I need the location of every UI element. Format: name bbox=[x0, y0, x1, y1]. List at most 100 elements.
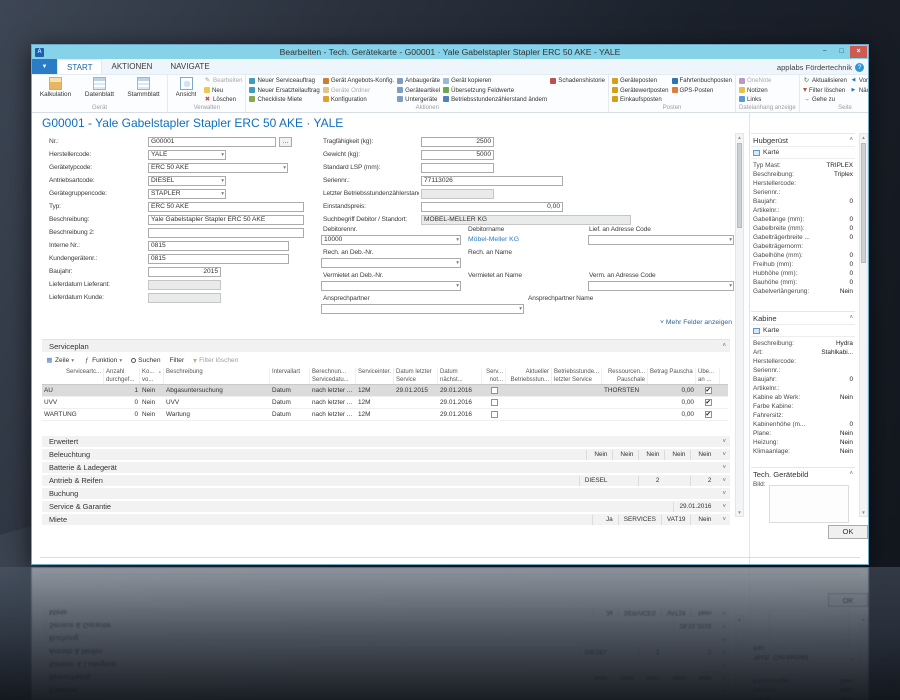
field-einstandspreis[interactable]: 0,00 bbox=[421, 202, 563, 212]
uebersetzung-feldwerte-button[interactable]: Übersetzung Feldwerte bbox=[443, 85, 547, 94]
fasttab-erweitert[interactable]: Erweitert ˅ bbox=[42, 435, 730, 447]
field-typ[interactable]: ERC 50 AKE bbox=[148, 202, 304, 212]
column-header[interactable]: Betrag Pauschale bbox=[648, 368, 696, 384]
zeile-menu-button[interactable]: ▦ Zeile ▾ bbox=[46, 357, 74, 364]
field-interne-nr[interactable]: 0815 bbox=[148, 241, 289, 251]
serviceplan-row[interactable]: WARTUNG 0 Nein Wartung Datum nach letzter .… bbox=[42, 409, 728, 421]
karte-link[interactable]: Karte bbox=[751, 324, 855, 337]
anbaugeraete-button[interactable]: Anbaugeräte bbox=[397, 76, 440, 85]
dropdown-arrow-icon[interactable]: ▾ bbox=[283, 164, 286, 172]
field-antriebsartcode[interactable]: DIESEL ▾ bbox=[148, 176, 226, 186]
scroll-down-icon[interactable]: ▼ bbox=[860, 510, 867, 515]
tab-start[interactable]: START bbox=[57, 59, 103, 74]
dropdown-arrow-icon[interactable]: ▾ bbox=[729, 236, 732, 244]
scrollbar-thumb[interactable] bbox=[737, 143, 742, 228]
gehe-zu-button[interactable]: → Gehe zu bbox=[803, 95, 847, 104]
field-tragfaehigkeit[interactable]: 2500 bbox=[421, 137, 494, 147]
column-header[interactable]: Ko... vo... bbox=[140, 368, 164, 384]
fasttab-batterie[interactable]: Batterie & Ladegerät ˅ bbox=[42, 461, 730, 473]
field-geraetetypcode[interactable]: ERC 50 AKE ▾ bbox=[148, 163, 288, 173]
device-picture-placeholder[interactable] bbox=[769, 485, 849, 523]
chevron-up-icon[interactable]: ˄ bbox=[849, 315, 853, 321]
dropdown-arrow-icon[interactable]: ▾ bbox=[456, 259, 459, 267]
tab-aktionen[interactable]: AKTIONEN bbox=[102, 59, 161, 74]
transfer-checkbox[interactable] bbox=[704, 411, 712, 418]
dropdown-arrow-icon[interactable]: ▾ bbox=[221, 151, 224, 159]
column-header[interactable]: Berechnun... Servicedatu... bbox=[310, 368, 356, 384]
field-baujahr[interactable]: 2015 bbox=[148, 267, 221, 277]
dropdown-arrow-icon[interactable]: ▾ bbox=[221, 190, 224, 198]
transfer-checkbox[interactable] bbox=[704, 387, 712, 394]
column-header[interactable]: Aktueller Betriebsstun... bbox=[506, 368, 552, 384]
neuer-ersatzteilauftrag-button[interactable]: Neuer Ersatzteilauftrag bbox=[249, 85, 320, 94]
filter-button[interactable]: Filter bbox=[170, 357, 185, 364]
column-header[interactable]: Beschreibung bbox=[164, 368, 270, 384]
aktualisieren-button[interactable]: ↻ Aktualisieren bbox=[803, 76, 847, 85]
field-kundengeraetenr[interactable]: 0815 bbox=[148, 254, 289, 264]
factbox-header[interactable]: Hubgerüst ˄ bbox=[751, 133, 855, 146]
dropdown-arrow-icon[interactable]: ▾ bbox=[519, 305, 522, 313]
neu-button[interactable]: Neu bbox=[204, 85, 242, 94]
column-header[interactable]: Serv... not... bbox=[482, 368, 506, 384]
loeschen-button[interactable]: ✖ Löschen bbox=[204, 95, 242, 104]
ok-button[interactable]: OK bbox=[828, 525, 868, 539]
dropdown-arrow-icon[interactable]: ▾ bbox=[456, 236, 459, 244]
service-not-checkbox[interactable] bbox=[490, 399, 498, 406]
geraetewertposten-button[interactable]: Gerätewertposten bbox=[612, 85, 669, 94]
geraeteartikel-button[interactable]: Geräteartikel bbox=[397, 85, 440, 94]
serviceplan-grid-header[interactable]: Serviceartc... Anzahl durchgef... Ko... vo..… bbox=[42, 368, 728, 385]
betriebsstundenzaehler-button[interactable]: Betriebsstundenzählerstand ändern bbox=[443, 95, 547, 104]
field-beschreibung[interactable]: Yale Gabelstapler Stapler ERC 50 AKE bbox=[148, 215, 304, 225]
stammblatt-button[interactable]: Stammblatt bbox=[123, 76, 164, 98]
dropdown-arrow-icon[interactable]: ▾ bbox=[456, 282, 459, 290]
field-nr[interactable]: G00001 bbox=[148, 137, 276, 147]
links-button[interactable]: Links bbox=[739, 95, 771, 104]
suchen-button[interactable]: Suchen bbox=[131, 357, 161, 364]
chevron-up-icon[interactable]: ˄ bbox=[722, 340, 726, 353]
einkaufsposten-button[interactable]: Einkaufsposten bbox=[612, 95, 668, 104]
fahrtenbuchposten-button[interactable]: Fahrtenbuchposten bbox=[671, 76, 732, 85]
fasttab-beleuchtung[interactable]: Beleuchtung Nein Nein Nein Nein Nein ˅ bbox=[42, 448, 730, 460]
close-button[interactable]: × bbox=[850, 46, 867, 58]
karte-link[interactable]: Karte bbox=[751, 146, 855, 159]
service-not-checkbox[interactable] bbox=[490, 411, 498, 418]
field-herstellercode[interactable]: YALE ▾ bbox=[148, 150, 226, 160]
factbox-scrollbar[interactable]: ▲ ▼ bbox=[859, 133, 868, 517]
datenblatt-button[interactable]: Datenblatt bbox=[79, 76, 120, 98]
ansicht-button[interactable]: Ansicht bbox=[171, 76, 201, 98]
chevron-up-icon[interactable]: ˄ bbox=[849, 471, 853, 477]
field-verm-an-adresse[interactable]: ▾ bbox=[588, 281, 734, 291]
field-standard-lsp[interactable] bbox=[421, 163, 494, 173]
column-header[interactable]: Betriebsstunde... letzter Service bbox=[552, 368, 602, 384]
checkliste-miete-button[interactable]: Checkliste Miete bbox=[249, 95, 319, 104]
column-header[interactable]: Anzahl durchgef... bbox=[104, 368, 140, 384]
column-header[interactable]: Intervallart bbox=[270, 368, 310, 384]
column-header[interactable]: Datum letzter Service bbox=[394, 368, 438, 384]
fasttab-buchung[interactable]: Buchung ˅ bbox=[42, 487, 730, 499]
assist-button[interactable]: … bbox=[279, 137, 292, 147]
neuer-serviceauftrag-button[interactable]: Neuer Serviceauftrag bbox=[249, 76, 319, 85]
debitorname-link[interactable]: Möbel-Meller KG bbox=[468, 236, 519, 243]
factbox-header[interactable]: Kabine ˄ bbox=[751, 311, 855, 324]
naechster-button[interactable]: ▶ Nächster bbox=[850, 85, 868, 94]
title-bar[interactable]: A Bearbeiten - Tech. Gerätekarte - G0000… bbox=[32, 45, 868, 59]
field-geraetegruppencode[interactable]: STAPLER ▾ bbox=[148, 189, 226, 199]
maximize-button[interactable]: □ bbox=[833, 46, 850, 58]
field-debitorennr[interactable]: 10000 ▾ bbox=[321, 235, 461, 245]
column-header[interactable]: Serviceartc... bbox=[42, 368, 104, 384]
chevron-up-icon[interactable]: ˄ bbox=[849, 137, 853, 143]
field-lief-an-adresse[interactable]: ▾ bbox=[588, 235, 734, 245]
column-header[interactable]: Ressourcen... Pauschale bbox=[602, 368, 648, 384]
geraet-kopieren-button[interactable]: Gerät kopieren bbox=[443, 76, 547, 85]
application-menu-button[interactable]: ▼ bbox=[32, 59, 57, 74]
dropdown-arrow-icon[interactable]: ▾ bbox=[729, 282, 732, 290]
service-not-checkbox[interactable] bbox=[490, 387, 498, 394]
scroll-up-icon[interactable]: ▲ bbox=[736, 135, 743, 140]
tab-navigate[interactable]: NAVIGATE bbox=[161, 59, 218, 74]
transfer-checkbox[interactable] bbox=[704, 399, 712, 406]
schadenshistorie-button[interactable]: Schadenshistorie bbox=[550, 76, 605, 85]
field-ansprechpartner[interactable]: ▾ bbox=[321, 304, 524, 314]
notizen-button[interactable]: Notizen bbox=[739, 85, 771, 94]
field-seriennr[interactable]: 77113026 bbox=[421, 176, 563, 186]
serviceplan-section-header[interactable]: Serviceplan ˄ bbox=[42, 339, 730, 352]
